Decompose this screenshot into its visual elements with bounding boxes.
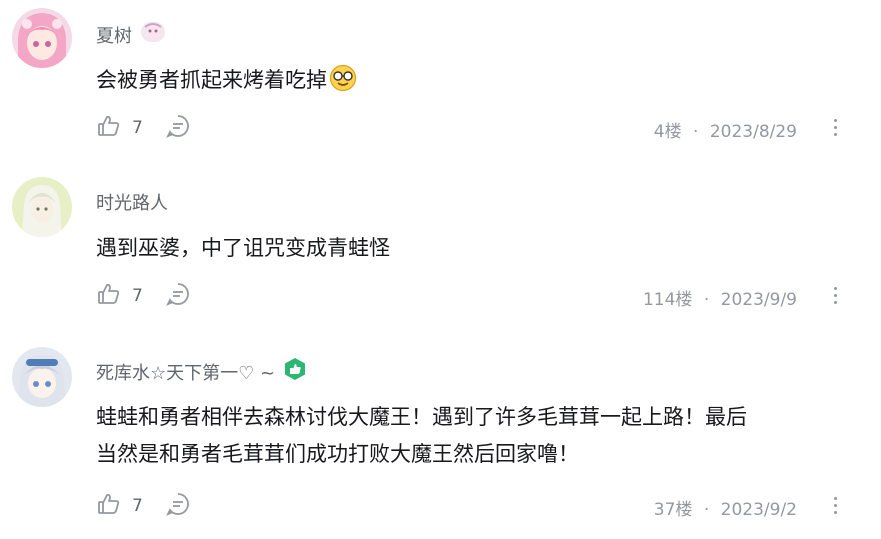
more-vertical-icon[interactable] [829, 283, 841, 309]
like-count: 7 [132, 286, 143, 306]
meta-separator: · [703, 500, 710, 520]
thumbs-up-icon [96, 281, 122, 311]
meta-separator: · [703, 290, 710, 310]
comment-date: 2023/9/2 [720, 500, 797, 520]
reply-button[interactable] [165, 491, 191, 521]
comment-text: 遇到巫婆，中了诅咒变成青蛙怪 [96, 236, 390, 260]
comment-date: 2023/9/9 [720, 290, 797, 310]
more-vertical-icon[interactable] [829, 493, 841, 519]
comment-text-line: 当然是和勇者毛茸茸们成功打败大魔王然后回家噜！ [96, 442, 579, 466]
avatar[interactable] [12, 177, 72, 237]
thumbs-up-icon [96, 113, 122, 143]
comment-content: 遇到巫婆，中了诅咒变成青蛙怪 [96, 230, 856, 267]
comment-text: 会被勇者抓起来烤着吃掉 [96, 68, 327, 92]
more-vertical-icon[interactable] [829, 115, 841, 141]
like-button[interactable]: 7 [96, 281, 143, 311]
username[interactable]: 时光路人 [96, 189, 168, 215]
sunglasses-emoji-icon [329, 64, 357, 104]
username[interactable]: 死库水☆天下第一♡ ~ [96, 357, 307, 386]
floor-number: 114楼 [642, 290, 693, 310]
comment-actions: 7 4楼 · 2023/8/29 [96, 113, 861, 143]
reply-bubble-icon [165, 113, 191, 143]
green-hexagon-badge-icon [283, 357, 307, 386]
reply-bubble-icon [165, 281, 191, 311]
comment-meta: 114楼 · 2023/9/9 [643, 285, 797, 310]
floor-number: 37楼 [653, 500, 693, 520]
like-button[interactable]: 7 [96, 113, 143, 143]
comment-meta: 37楼 · 2023/9/2 [654, 495, 797, 520]
reply-button[interactable] [165, 281, 191, 311]
avatar[interactable] [12, 8, 72, 68]
reply-button[interactable] [165, 113, 191, 143]
like-count: 7 [132, 118, 143, 138]
comment-actions: 7 114楼 · 2023/9/9 [96, 281, 861, 311]
comment-actions: 7 37楼 · 2023/9/2 [96, 491, 861, 521]
floor-number: 4楼 [653, 122, 682, 142]
username-text[interactable]: 夏树 [96, 22, 132, 48]
username-text[interactable]: 死库水☆天下第一♡ ~ [96, 359, 275, 385]
thumbs-up-icon [96, 491, 122, 521]
comment-date: 2023/8/29 [709, 122, 797, 142]
avatar[interactable] [12, 347, 72, 407]
username[interactable]: 夏树 [96, 21, 166, 48]
comment-meta: 4楼 · 2023/8/29 [654, 117, 797, 142]
like-count: 7 [132, 496, 143, 516]
user-avatar-badge-icon [140, 21, 166, 48]
comment-content: 蛙蛙和勇者相伴去森林讨伐大魔王！遇到了许多毛茸茸一起上路！最后 当然是和勇者毛茸… [96, 399, 856, 473]
comment-content: 会被勇者抓起来烤着吃掉 [96, 62, 856, 104]
meta-separator: · [693, 122, 699, 142]
comment-text-line: 蛙蛙和勇者相伴去森林讨伐大魔王！遇到了许多毛茸茸一起上路！最后 [96, 405, 747, 429]
reply-bubble-icon [165, 491, 191, 521]
like-button[interactable]: 7 [96, 491, 143, 521]
username-text[interactable]: 时光路人 [96, 189, 168, 215]
